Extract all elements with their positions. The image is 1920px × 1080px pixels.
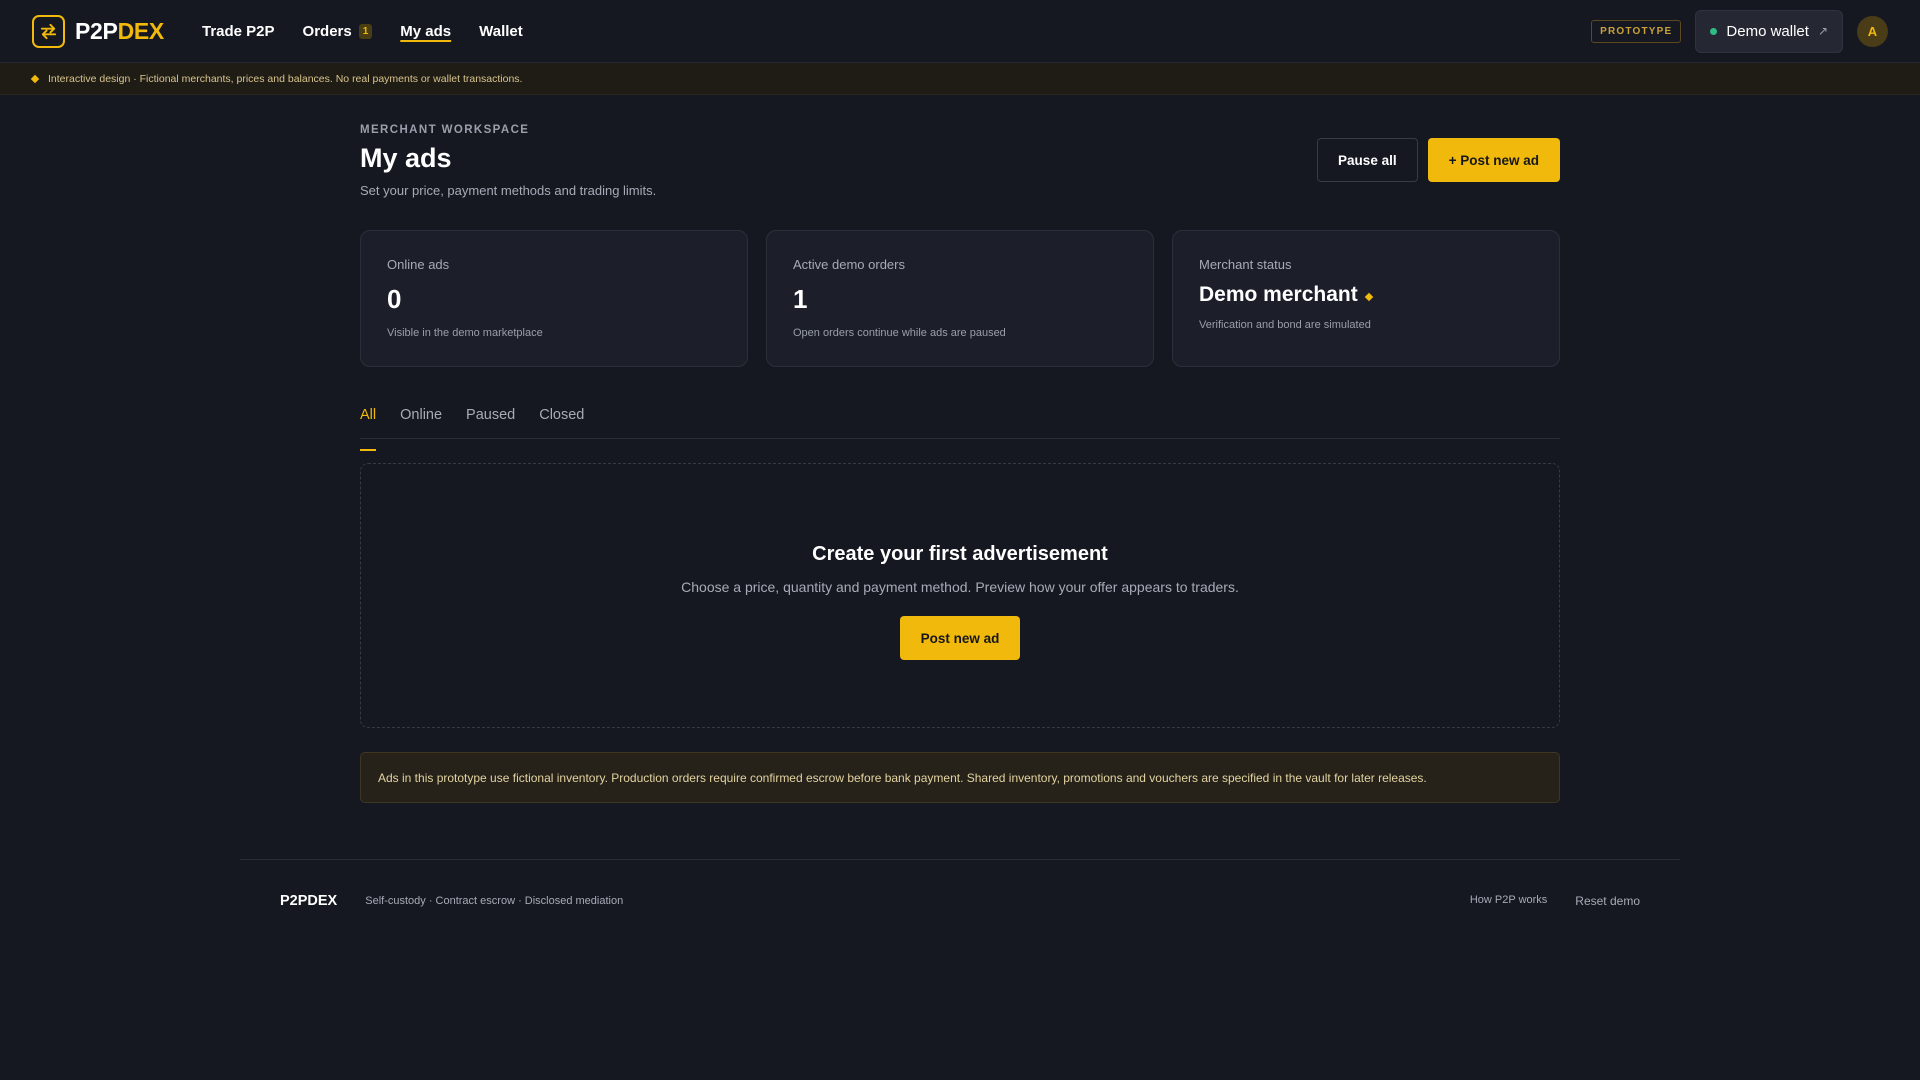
nav-wallet-label: Wallet [479,22,523,40]
stat-card-online-ads: Online ads 0 Visible in the demo marketp… [360,230,748,367]
stat-hint: Verification and bond are simulated [1199,319,1371,331]
main-nav: Trade P2P Orders 1 My ads Wallet [202,23,523,40]
stat-value: 1 [793,284,808,314]
prototype-badge: PROTOTYPE [1591,19,1682,43]
page-title: My ads [360,143,452,173]
footer-tagline: Self-custody · Contract escrow · Disclos… [365,894,624,907]
header-actions: PROTOTYPE Demo wallet ↗ A [1591,9,1888,53]
brand[interactable]: P2PDEX [32,14,164,48]
reset-demo-link[interactable]: Reset demo [1575,894,1640,908]
orders-count-badge: 1 [358,23,373,39]
footer-links: How P2P works Reset demo [1470,894,1640,908]
tab-closed[interactable]: Closed [539,407,584,438]
tab-online[interactable]: Online [400,407,442,438]
page-header: MERCHANT WORKSPACE My ads Set your price… [360,124,1560,198]
stat-card-active-orders: Active demo orders 1 Open orders continu… [766,230,1154,367]
prototype-info-bar: Ads in this prototype use fictional inve… [360,752,1560,803]
empty-state-description: Choose a price, quantity and payment met… [681,579,1239,595]
brand-name-part1: P2P [75,17,118,44]
demo-wallet-button[interactable]: Demo wallet ↗ [1695,9,1843,53]
stat-value: 0 [387,284,402,314]
stat-hint: Open orders continue while ads are pause… [793,327,1006,339]
empty-state: Create your first advertisement Choose a… [360,463,1560,728]
ads-filter-tabs: All Online Paused Closed [360,407,1560,451]
page-eyebrow: MERCHANT WORKSPACE [360,124,530,136]
footer: P2PDEX Self-custody · Contract escrow · … [240,859,1680,941]
footer-brand: P2PDEX [280,892,338,909]
page-subtitle: Set your price, payment methods and trad… [360,183,657,198]
merchant-status-text: Demo merchant [1199,283,1358,306]
post-new-ad-button[interactable]: + Post new ad [1427,138,1560,182]
demo-wallet-label: Demo wallet [1726,22,1809,40]
nav-trade-p2p[interactable]: Trade P2P [202,23,275,40]
empty-state-title: Create your first advertisement [812,543,1108,565]
stat-label: Online ads [387,257,450,272]
stat-label: Active demo orders [793,257,905,272]
wallet-status-dot-icon [1710,27,1718,35]
prototype-info-text: Ads in this prototype use fictional inve… [378,770,1427,785]
page-actions: Pause all + Post new ad [1317,138,1560,182]
avatar[interactable]: A [1857,15,1888,47]
external-link-icon: ↗ [1817,24,1828,38]
brand-name-part2: DEX [117,17,165,44]
nav-orders[interactable]: Orders 1 [303,23,373,40]
nav-my-ads[interactable]: My ads [400,23,451,40]
how-p2p-works-link[interactable]: How P2P works [1470,894,1547,908]
nav-orders-label: Orders [302,22,352,40]
stat-label: Merchant status [1199,257,1292,272]
empty-state-post-ad-button[interactable]: Post new ad [899,616,1021,660]
tab-all[interactable]: All [360,407,377,451]
page-heading-group: MERCHANT WORKSPACE My ads Set your price… [360,124,656,198]
swap-arrows-icon [32,14,65,48]
pause-all-button[interactable]: Pause all [1317,138,1418,182]
main-content: MERCHANT WORKSPACE My ads Set your price… [360,95,1560,803]
tab-paused[interactable]: Paused [466,407,515,438]
demo-notice-text: Interactive design · Fictional merchants… [48,72,523,85]
merchant-status-value: Demo merchant [1199,283,1533,307]
stat-card-merchant-status: Merchant status Demo merchant Verificati… [1172,230,1560,367]
demo-notice-strip: Interactive design · Fictional merchants… [0,63,1920,95]
diamond-icon [1364,292,1373,302]
brand-name: P2PDEX [75,18,164,45]
stats-row: Online ads 0 Visible in the demo marketp… [360,230,1560,367]
nav-my-ads-label: My ads [400,22,452,40]
stat-hint: Visible in the demo marketplace [387,327,543,339]
nav-wallet[interactable]: Wallet [479,23,523,40]
diamond-icon [30,74,40,83]
nav-trade-p2p-label: Trade P2P [201,22,275,40]
top-navbar: P2PDEX Trade P2P Orders 1 My ads Wallet … [0,0,1920,63]
